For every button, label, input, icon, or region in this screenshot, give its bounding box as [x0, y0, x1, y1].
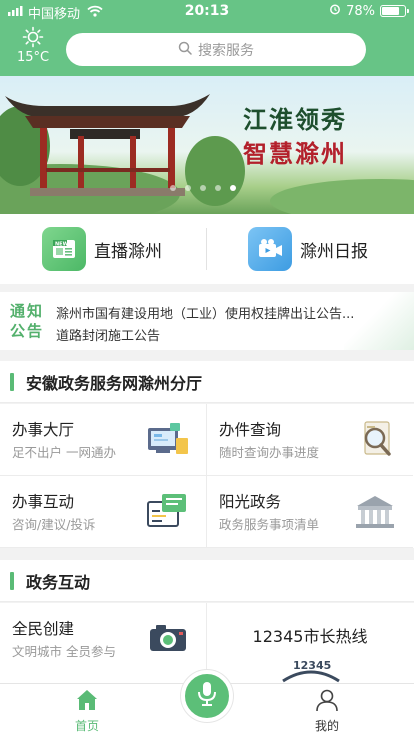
app-header: 中国移动 20:13 78% 15°C 搜索服务 — [0, 0, 414, 76]
civic-creation-card[interactable]: 全民创建 文明城市 全员参与 — [0, 603, 206, 675]
pavilion-illustration — [0, 94, 414, 214]
service-interaction-card[interactable]: 办事互动 咨询/建议/投诉 — [0, 476, 206, 548]
status-bar: 中国移动 20:13 78% — [0, 0, 414, 22]
carousel-dot[interactable] — [230, 185, 236, 191]
quick-link-daily-label: 滁州日报 — [300, 241, 368, 262]
carousel-indicator — [170, 185, 236, 191]
notice-item[interactable]: 滁州市国有建设用地（工业）使用权挂牌出让公告... — [56, 303, 376, 322]
card-subtitle: 咨询/建议/投诉 — [12, 517, 96, 532]
section-title: 安徽政务服务网滁州分厅 — [26, 373, 203, 393]
section-accent-bar — [10, 372, 14, 391]
card-title: 办事大厅 — [12, 421, 75, 439]
sunshine-government-card[interactable]: 阳光政务 政务服务事项清单 — [207, 476, 413, 548]
quick-link-daily[interactable]: 滁州日报 — [248, 226, 368, 272]
svg-text:12345: 12345 — [293, 659, 331, 672]
battery-percent: 78% — [346, 3, 375, 19]
status-right: 78% — [329, 3, 409, 19]
card-subtitle: 足不出户 一网通办 — [12, 445, 116, 460]
alarm-icon — [329, 3, 341, 19]
notice-item[interactable]: 道路封闭施工公告 — [56, 325, 376, 344]
tab-home-label: 首页 — [74, 719, 99, 733]
card-subtitle: 政务服务事项清单 — [219, 517, 320, 532]
banner-carousel[interactable]: 江淮领秀 智慧滁州 — [0, 76, 414, 214]
video-camera-icon — [248, 227, 292, 271]
search-placeholder: 搜索服务 — [198, 42, 254, 59]
mayor-hotline-card[interactable]: 12345市长热线 12345 — [207, 603, 413, 683]
government-building-icon — [356, 496, 394, 528]
search-icon — [178, 41, 192, 59]
search-input[interactable]: 搜索服务 — [66, 33, 366, 66]
card-title: 办事互动 — [12, 493, 75, 511]
service-hall-card[interactable]: 办事大厅 足不出户 一网通办 — [0, 404, 206, 476]
card-title: 阳光政务 — [219, 493, 282, 511]
notice-decoration — [344, 292, 414, 350]
microphone-icon — [196, 681, 218, 711]
card-subtitle: 文明城市 全员参与 — [12, 644, 116, 659]
home-icon — [74, 690, 100, 715]
quick-links-divider — [206, 228, 207, 270]
service-hall-icon — [148, 423, 188, 454]
quick-link-live-label: 直播滁州 — [94, 241, 162, 262]
banner-slogan-line2: 智慧滁州 — [243, 139, 347, 168]
tab-mine[interactable]: 我的 — [287, 688, 367, 734]
section-accent-bar — [10, 571, 14, 590]
battery-fill — [382, 7, 399, 15]
carousel-dot[interactable] — [215, 185, 221, 191]
svg-text:NEW: NEW — [55, 242, 69, 248]
carousel-dot[interactable] — [185, 185, 191, 191]
notice-tag: 通知公告 — [10, 302, 45, 340]
notice-board[interactable]: 通知公告 滁州市国有建设用地（工业）使用权挂牌出让公告... 道路封闭施工公告 — [0, 292, 414, 350]
card-title: 全民创建 — [12, 620, 75, 638]
carousel-dot[interactable] — [200, 185, 206, 191]
section-header: 安徽政务服务网滁州分厅 — [0, 361, 414, 403]
case-query-card[interactable]: 办件查询 随时查询办事进度 — [207, 404, 413, 476]
card-title: 12345市长热线 — [252, 627, 368, 646]
voice-button[interactable] — [181, 670, 233, 722]
quick-links: NEW 直播滁州 滁州日报 — [0, 214, 414, 284]
quick-link-live[interactable]: NEW 直播滁州 — [42, 226, 162, 272]
news-icon: NEW — [42, 227, 86, 271]
section-header: 政务互动 — [0, 560, 414, 602]
battery-icon — [380, 5, 409, 17]
magnifier-document-icon — [364, 421, 391, 456]
hotline-12345-icon: 12345 — [282, 659, 340, 683]
service-grid: 办事大厅 足不出户 一网通办 办件查询 随时查询办事进度 办事互动 咨询/建议/… — [0, 404, 414, 548]
card-title: 办件查询 — [219, 421, 282, 439]
tab-home[interactable]: 首页 — [47, 688, 127, 734]
chat-icon — [147, 494, 186, 527]
card-subtitle: 随时查询办事进度 — [219, 445, 320, 460]
section-title: 政务互动 — [26, 572, 91, 592]
temperature-label: 15°C — [16, 50, 50, 65]
weather-widget[interactable]: 15°C — [10, 26, 56, 65]
camera-icon — [150, 625, 186, 651]
banner-slogan-line1: 江淮领秀 — [243, 105, 347, 134]
user-icon — [314, 689, 340, 715]
tab-mine-label: 我的 — [314, 719, 339, 733]
carousel-dot[interactable] — [170, 185, 176, 191]
